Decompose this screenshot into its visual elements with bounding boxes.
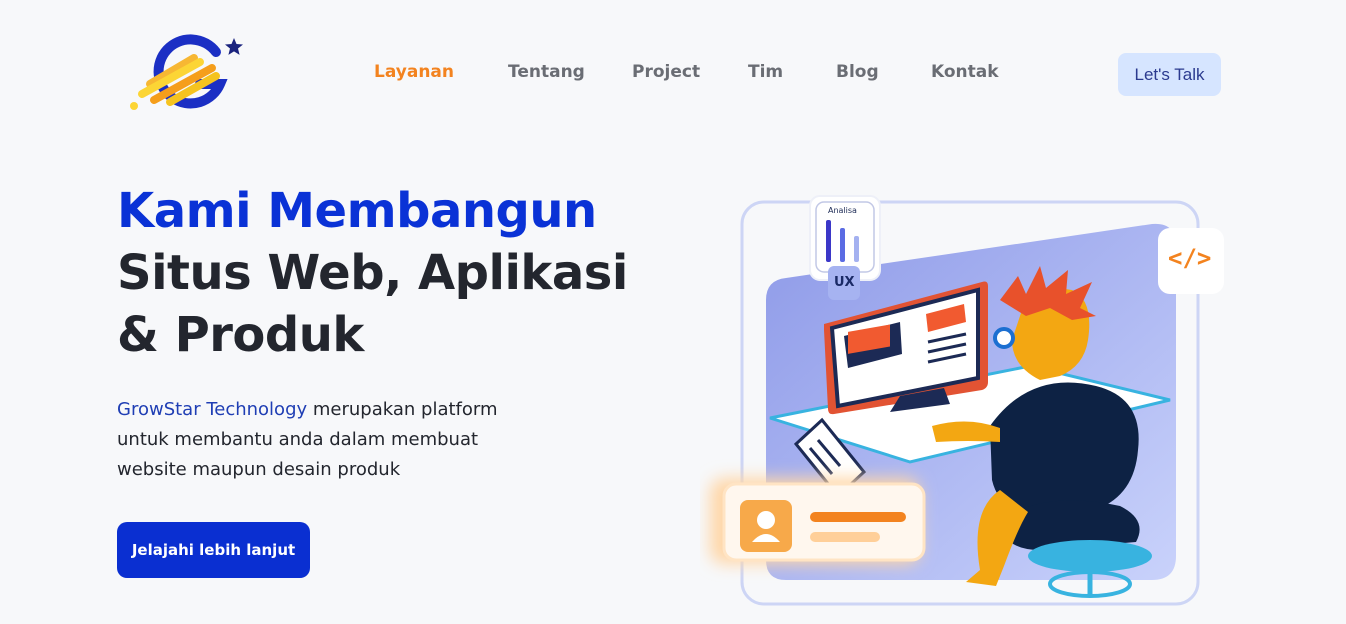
ux-badge: UX [834,275,855,290]
nav-blog[interactable]: Blog [836,62,879,82]
analisa-label: Analisa [828,206,857,215]
nav-kontak[interactable]: Kontak [931,62,999,82]
nav-tentang[interactable]: Tentang [508,62,585,82]
hero-brand-name: GrowStar Technology [117,399,308,420]
explore-button[interactable]: Jelajahi lebih lanjut [117,522,310,578]
code-icon: </> [1168,244,1212,272]
hero-illustration [710,195,1224,606]
nav-layanan[interactable]: Layanan [374,62,454,82]
hero-title-line2: Situs Web, Aplikasi [117,245,628,301]
hero-title-line1: Kami Membangun [117,183,597,239]
nav-tim[interactable]: Tim [748,62,783,82]
nav-project[interactable]: Project [632,62,700,82]
growstar-logo[interactable] [124,32,248,116]
hero-title: Kami Membangun Situs Web, Aplikasi & Pro… [117,180,637,366]
hero-title-line3: & Produk [117,307,364,363]
hero-description: GrowStar Technology merupakan platform u… [117,395,537,485]
lets-talk-button[interactable]: Let's Talk [1118,53,1221,96]
